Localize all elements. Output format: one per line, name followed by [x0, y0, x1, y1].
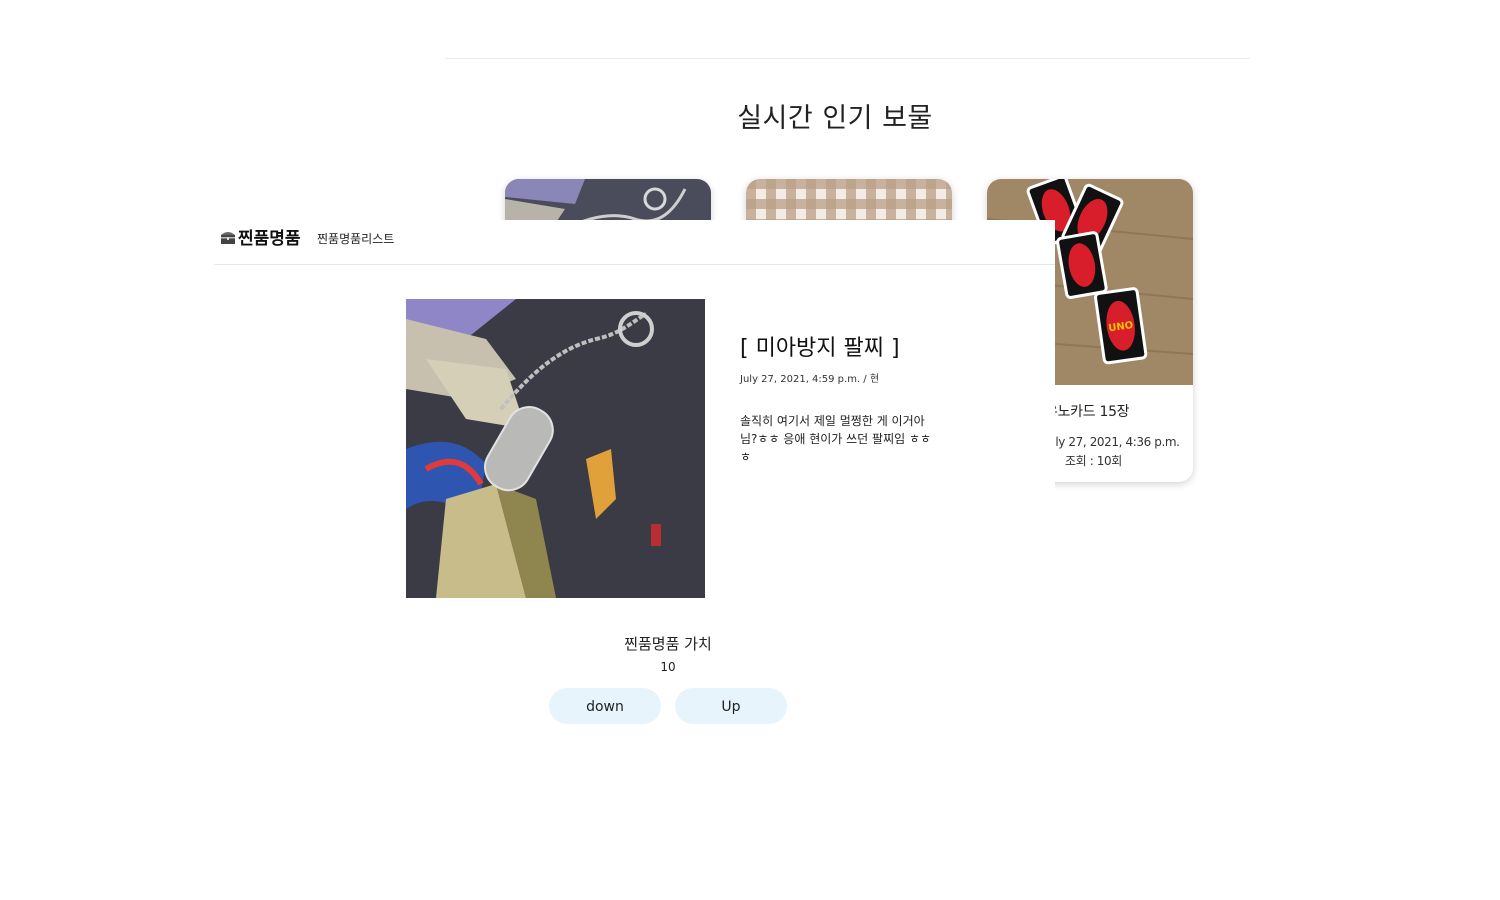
brand-name: 찐품명품 — [238, 229, 301, 249]
post-detail-panel: 찐품명품 찐품명품리스트 [ 미아방지 팔찌 ] July 27, 2021, … — [214, 220, 1055, 900]
card-title: 우노카드 15장 — [1045, 404, 1130, 420]
brand-link[interactable]: 찐품명품 — [220, 224, 301, 249]
card-date: July 27, 2021, 4:36 p.m. — [1045, 435, 1180, 449]
top-divider — [445, 58, 1250, 59]
navbar: 찐품명품 찐품명품리스트 — [214, 220, 1055, 265]
treasure-chest-icon — [221, 231, 235, 244]
value-label: 찐품명품 가치 — [624, 635, 712, 653]
section-title: 실시간 인기 보물 — [737, 103, 933, 134]
card-views: 조회 : 10회 — [1065, 454, 1122, 468]
value-count: 10 — [660, 660, 676, 674]
post-meta: July 27, 2021, 4:59 p.m. / 현 — [740, 374, 880, 385]
nav-link-list[interactable]: 찐품명품리스트 — [317, 230, 394, 247]
up-button[interactable]: Up — [675, 688, 787, 724]
post-body: 솔직히 여기서 제일 멀쩡한 게 이거아님?ㅎㅎ 응애 현이가 쓰던 팔찌임 ㅎ… — [740, 414, 932, 464]
post-title: [ 미아방지 팔찌 ] — [740, 336, 900, 361]
down-button[interactable]: down — [549, 688, 661, 724]
post-image — [406, 299, 705, 598]
